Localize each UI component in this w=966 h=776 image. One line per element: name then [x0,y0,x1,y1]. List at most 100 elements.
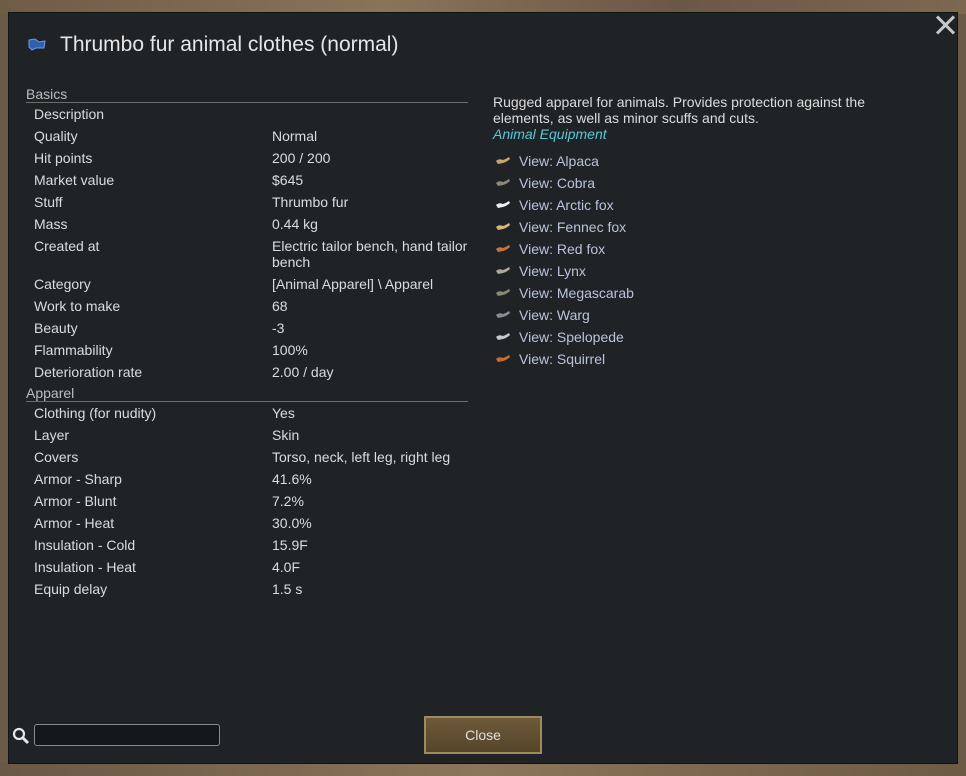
warg-icon [496,311,510,318]
squirrel-icon [496,355,510,362]
stat-row[interactable]: Flammability 100% [26,339,468,361]
stat-row[interactable]: Insulation - Cold 15.9F [26,534,468,556]
stat-label: Mass [34,216,68,232]
stat-label: Beauty [34,320,78,336]
stat-value: 7.2% [272,493,304,509]
alpaca-icon [496,157,510,164]
view-link[interactable]: View: Arctic fox [493,194,883,216]
search-input[interactable] [34,724,220,746]
stat-value: 30.0% [272,515,312,531]
red-fox-icon [496,245,510,252]
stat-label: Flammability [34,342,113,358]
stat-value: 0.44 kg [272,216,318,232]
stat-row[interactable]: Equip delay 1.5 s [26,578,468,600]
view-link-label: View: Megascarab [519,285,634,301]
section-header-apparel: Apparel [26,385,468,402]
stats-panel: Basics Description Quality Normal Hit point… [26,86,468,600]
stat-row[interactable]: Armor - Heat 30.0% [26,512,468,534]
stat-row[interactable]: Hit points 200 / 200 [26,147,468,169]
section-header-basics: Basics [26,86,468,103]
stat-row[interactable]: Layer Skin [26,424,468,446]
stat-label: Armor - Heat [34,515,115,531]
stat-row[interactable]: Work to make 68 [26,295,468,317]
stat-value: 4.0F [272,559,301,575]
stat-value: Thrumbo fur [272,194,349,210]
view-link-label: View: Arctic fox [519,197,614,213]
stat-value: [Animal Apparel] \ Apparel [272,276,434,292]
stat-label: Hit points [34,150,93,166]
stat-row[interactable]: Description [26,103,468,125]
stat-label: Work to make [34,298,121,314]
view-link[interactable]: View: Cobra [493,172,883,194]
stat-label: Insulation - Cold [34,537,136,553]
stat-label: Market value [34,172,115,188]
stat-row[interactable]: Category [Animal Apparel] \ Apparel [26,273,468,295]
stat-label: Description [34,106,105,122]
view-link-label: View: Warg [519,307,590,323]
stat-value: Electric tailor bench, hand tailor bench [272,238,468,270]
stat-value: 68 [272,298,288,314]
view-link-label: View: Red fox [519,241,606,257]
close-button[interactable]: Close [424,716,542,754]
stat-row[interactable]: Deterioration rate 2.00 / day [26,361,468,383]
stat-value: Yes [272,405,295,421]
view-links-list: View: Alpaca View: Cobra View: Arctic fox V… [493,150,883,370]
stat-value: 200 / 200 [272,150,331,166]
stat-label: Layer [34,427,70,443]
stat-row[interactable]: Mass 0.44 kg [26,213,468,235]
stat-row[interactable]: Market value $645 [26,169,468,191]
stat-row[interactable]: Insulation - Heat 4.0F [26,556,468,578]
view-link-label: View: Fennec fox [519,219,627,235]
view-link[interactable]: View: Lynx [493,260,883,282]
stat-row[interactable]: Beauty -3 [26,317,468,339]
view-link-label: View: Spelopede [519,329,624,345]
view-link-label: View: Alpaca [519,153,599,169]
fennec-fox-icon [496,223,510,230]
item-category: Animal Equipment [493,126,607,142]
view-link[interactable]: View: Fennec fox [493,216,883,238]
view-link[interactable]: View: Squirrel [493,348,883,370]
stat-row[interactable]: Armor - Sharp 41.6% [26,468,468,490]
stat-label: Created at [34,238,100,254]
stat-value: 1.5 s [272,581,303,597]
view-link-label: View: Cobra [519,175,596,191]
view-link[interactable]: View: Megascarab [493,282,883,304]
stat-value: 15.9F [272,537,308,553]
close-icon[interactable] [932,12,958,38]
cobra-icon [496,179,510,186]
stat-row[interactable]: Covers Torso, neck, left leg, right leg [26,446,468,468]
stat-label: Equip delay [34,581,108,597]
stat-label: Insulation - Heat [34,559,136,575]
apparel-item-icon [28,38,46,51]
stat-row[interactable]: Clothing (for nudity) Yes [26,402,468,424]
stat-label: Deterioration rate [34,364,143,380]
stat-row[interactable]: Armor - Blunt 7.2% [26,490,468,512]
stat-label: Clothing (for nudity) [34,405,157,421]
dialog-title: Thrumbo fur animal clothes (normal) [60,33,399,56]
stat-value: -3 [272,320,285,336]
stat-value: 2.00 / day [272,364,334,380]
stat-label: Stuff [34,194,63,210]
spelopede-icon [496,333,510,340]
stat-value: Normal [272,128,318,144]
stat-label: Armor - Blunt [34,493,117,509]
view-link[interactable]: View: Warg [493,304,883,326]
item-description: Rugged apparel for animals. Provides pro… [493,94,865,126]
stat-value: $645 [272,172,304,188]
view-link-label: View: Lynx [519,263,586,279]
view-link[interactable]: View: Spelopede [493,326,883,348]
description-panel: Rugged apparel for animals. Provides pro… [493,94,883,370]
stat-value: Torso, neck, left leg, right leg [272,449,451,465]
stat-value: 41.6% [272,471,312,487]
view-link[interactable]: View: Red fox [493,238,883,260]
stat-label: Category [34,276,91,292]
stat-value: 100% [272,342,308,358]
stat-row[interactable]: Quality Normal [26,125,468,147]
background-map-bottom [0,762,966,776]
view-link[interactable]: View: Alpaca [493,150,883,172]
stat-label: Quality [34,128,78,144]
stat-row[interactable]: Created at Electric tailor bench, hand ta… [26,235,468,273]
stat-row[interactable]: Stuff Thrumbo fur [26,191,468,213]
view-link-label: View: Squirrel [519,351,606,367]
stat-value: Skin [272,427,300,443]
